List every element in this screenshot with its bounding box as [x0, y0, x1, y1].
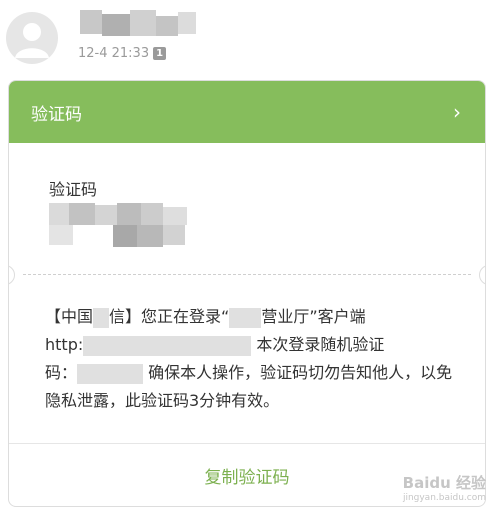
copy-code-button[interactable]: 复制验证码 — [205, 463, 290, 488]
watermark-title: Baidu 经验 — [402, 474, 486, 492]
default-avatar-icon — [15, 23, 49, 58]
card-header-title: 验证码 — [31, 104, 82, 125]
card-header[interactable]: 验证码 › — [9, 81, 485, 143]
verification-code-redacted — [49, 203, 187, 249]
message-text: 【中国 — [45, 307, 94, 326]
message-text: http: — [45, 335, 84, 354]
dashed-divider — [23, 274, 471, 275]
message-text: 码： — [45, 363, 78, 382]
sender-avatar[interactable] — [6, 12, 58, 64]
verification-code-card: 验证码 › 验证码 【中国 信】您正在登录“ 营业厅”客户端 http: 本次登录随… — [8, 80, 486, 507]
message-timestamp: 12-4 21:33 — [78, 46, 150, 61]
redacted-text — [229, 307, 262, 328]
watermark-url: jingyan.baidu.com — [402, 493, 486, 503]
baidu-jingyan-watermark: Baidu 经验 jingyan.baidu.com — [376, 472, 486, 512]
chevron-right-icon: › — [453, 100, 461, 124]
message-text: 本次登录随机验证 — [256, 335, 385, 354]
sim-card-icon: 1 — [153, 47, 167, 60]
code-label: 验证码 — [49, 180, 98, 199]
ticket-notch-right — [479, 265, 485, 285]
redacted-url — [83, 335, 252, 356]
message-text: 营业厅”客户端 — [261, 307, 366, 326]
redacted-code — [77, 363, 144, 384]
message-timestamp-row: 12-4 21:33 1 — [78, 46, 167, 61]
redacted-text — [93, 307, 110, 328]
code-section: 验证码 — [9, 143, 485, 273]
message-text: 信】您正在登录“ — [109, 307, 230, 326]
sms-message-body: 【中国 信】您正在登录“ 营业厅”客户端 http: 本次登录随机验证 码： 确保本… — [45, 303, 455, 415]
sender-name-redacted — [80, 10, 196, 40]
